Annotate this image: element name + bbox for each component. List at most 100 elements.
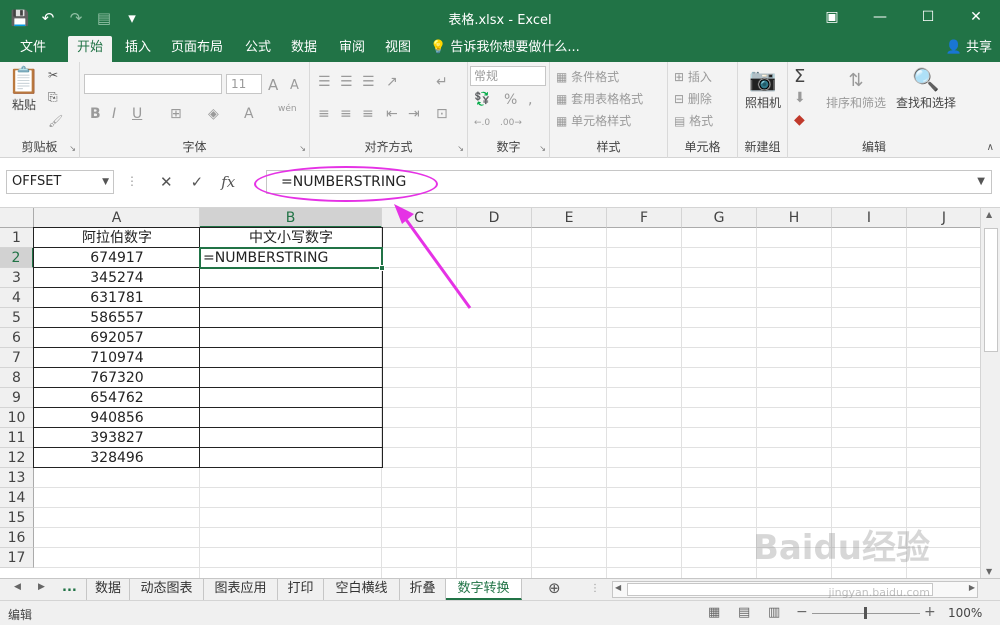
- align-left-icon[interactable]: ≡: [318, 106, 330, 122]
- row-header[interactable]: 7: [0, 348, 34, 368]
- expand-formula-icon[interactable]: ▼: [977, 171, 985, 193]
- cell-a4[interactable]: 631781: [34, 288, 200, 308]
- sheet-next-icon[interactable]: ▶: [38, 582, 45, 592]
- delete-cells-button[interactable]: ⊟ 删除: [674, 90, 712, 107]
- bold-button[interactable]: B: [90, 106, 101, 122]
- insert-cells-button[interactable]: ⊞ 插入: [674, 68, 712, 85]
- tab-insert[interactable]: 插入: [116, 36, 160, 62]
- cancel-icon[interactable]: ✕: [160, 173, 173, 191]
- sheet-tab[interactable]: 数据: [86, 579, 130, 600]
- align-right-icon[interactable]: ≡: [362, 106, 374, 122]
- add-sheet-icon[interactable]: ⊕: [548, 579, 561, 597]
- cell-a9[interactable]: 654762: [34, 388, 200, 408]
- row-header[interactable]: 8: [0, 368, 34, 388]
- tell-me-box[interactable]: 💡 告诉我你想要做什么...: [430, 36, 580, 62]
- column-header-f[interactable]: F: [607, 208, 682, 228]
- align-bottom-icon[interactable]: ☰: [362, 74, 375, 90]
- scroll-left-icon[interactable]: ◀: [615, 583, 621, 592]
- shrink-font-icon[interactable]: A: [290, 78, 299, 93]
- share-button[interactable]: 👤 共享: [946, 36, 992, 62]
- row-header[interactable]: 15: [0, 508, 34, 528]
- tab-file[interactable]: 文件: [8, 36, 58, 62]
- decrease-indent-icon[interactable]: ⇤: [386, 106, 398, 122]
- autosum-button[interactable]: Σ: [794, 66, 805, 87]
- row-header[interactable]: 11: [0, 428, 34, 448]
- row-header[interactable]: 9: [0, 388, 34, 408]
- wrap-text-icon[interactable]: ↵: [436, 74, 448, 90]
- column-header-i[interactable]: I: [832, 208, 907, 228]
- format-painter-icon[interactable]: 🖌: [48, 114, 63, 128]
- camera-button[interactable]: 📷 照相机: [740, 68, 786, 111]
- row-header[interactable]: 3: [0, 268, 34, 288]
- insert-function-icon[interactable]: fx: [221, 173, 235, 191]
- align-middle-icon[interactable]: ☰: [340, 74, 353, 90]
- cell-a8[interactable]: 767320: [34, 368, 200, 388]
- grow-font-icon[interactable]: A: [268, 76, 278, 94]
- row-header[interactable]: 5: [0, 308, 34, 328]
- select-all-corner[interactable]: [0, 208, 34, 228]
- chevron-down-icon[interactable]: ▼: [102, 171, 109, 193]
- font-name-input[interactable]: [84, 74, 222, 94]
- page-break-view-icon[interactable]: ▥: [768, 605, 780, 620]
- sheet-tab[interactable]: 折叠: [400, 579, 446, 600]
- row-header[interactable]: 2: [0, 248, 34, 268]
- collapse-ribbon-icon[interactable]: ∧: [987, 142, 994, 153]
- enter-icon[interactable]: ✓: [191, 173, 204, 191]
- tab-view[interactable]: 视图: [376, 36, 420, 62]
- align-center-icon[interactable]: ≡: [340, 106, 352, 122]
- page-layout-view-icon[interactable]: ▤: [738, 605, 750, 620]
- increase-decimal-icon[interactable]: ←.0: [474, 118, 490, 128]
- row-header[interactable]: 10: [0, 408, 34, 428]
- copy-icon[interactable]: ⎘: [48, 90, 58, 105]
- tab-home[interactable]: 开始: [68, 36, 112, 62]
- scroll-up-icon[interactable]: ▲: [986, 210, 992, 219]
- row-header[interactable]: 17: [0, 548, 34, 568]
- column-header-b[interactable]: B: [200, 208, 382, 228]
- borders-icon[interactable]: ⊞: [170, 106, 182, 122]
- number-format-select[interactable]: 常规: [470, 66, 546, 86]
- close-button[interactable]: ✕: [952, 0, 1000, 34]
- sheet-more-icon[interactable]: ...: [62, 580, 77, 595]
- normal-view-icon[interactable]: ▦: [708, 605, 720, 620]
- column-header-h[interactable]: H: [757, 208, 832, 228]
- increase-indent-icon[interactable]: ⇥: [408, 106, 420, 122]
- zoom-out-button[interactable]: −: [796, 604, 808, 620]
- align-top-icon[interactable]: ☰: [318, 74, 331, 90]
- column-header-g[interactable]: G: [682, 208, 757, 228]
- cell-a10[interactable]: 940856: [34, 408, 200, 428]
- cell-a2[interactable]: 674917: [34, 248, 200, 268]
- tab-split-icon[interactable]: ⋮: [590, 583, 600, 594]
- cell-a6[interactable]: 692057: [34, 328, 200, 348]
- scroll-thumb[interactable]: [984, 228, 998, 352]
- paste-button[interactable]: 📋 粘贴: [4, 66, 44, 113]
- dialog-launcher-icon[interactable]: ↘: [299, 144, 306, 153]
- sort-filter-button[interactable]: ⇅ 排序和筛选: [822, 68, 890, 111]
- fill-icon[interactable]: ⬇: [794, 90, 806, 106]
- conditional-format-button[interactable]: ▦ 条件格式: [556, 68, 619, 85]
- tab-formulas[interactable]: 公式: [236, 36, 280, 62]
- cell-a1[interactable]: 阿拉伯数字: [34, 228, 200, 248]
- cell-b1[interactable]: 中文小写数字: [200, 228, 382, 248]
- row-header[interactable]: 16: [0, 528, 34, 548]
- row-header[interactable]: 14: [0, 488, 34, 508]
- column-header-j[interactable]: J: [907, 208, 980, 228]
- column-header-a[interactable]: A: [34, 208, 200, 228]
- row-header[interactable]: 4: [0, 288, 34, 308]
- scroll-down-icon[interactable]: ▼: [986, 567, 992, 576]
- row-header[interactable]: 1: [0, 228, 34, 248]
- decrease-decimal-icon[interactable]: .00→: [500, 118, 522, 128]
- tab-data[interactable]: 数据: [282, 36, 326, 62]
- cell-a5[interactable]: 586557: [34, 308, 200, 328]
- sheet-tab[interactable]: 打印: [278, 579, 324, 600]
- name-box[interactable]: OFFSET ▼: [6, 170, 114, 194]
- tab-page-layout[interactable]: 页面布局: [164, 36, 230, 62]
- clear-icon[interactable]: ◆: [794, 112, 805, 128]
- tab-review[interactable]: 审阅: [330, 36, 374, 62]
- sheet-prev-icon[interactable]: ◀: [14, 582, 21, 592]
- percent-button[interactable]: %: [504, 92, 517, 108]
- dialog-launcher-icon[interactable]: ↘: [69, 144, 76, 153]
- find-select-button[interactable]: 🔍 查找和选择: [892, 68, 960, 111]
- cut-icon[interactable]: ✂: [48, 68, 58, 82]
- cell-styles-button[interactable]: ▦ 单元格样式: [556, 112, 631, 129]
- cell-a3[interactable]: 345274: [34, 268, 200, 288]
